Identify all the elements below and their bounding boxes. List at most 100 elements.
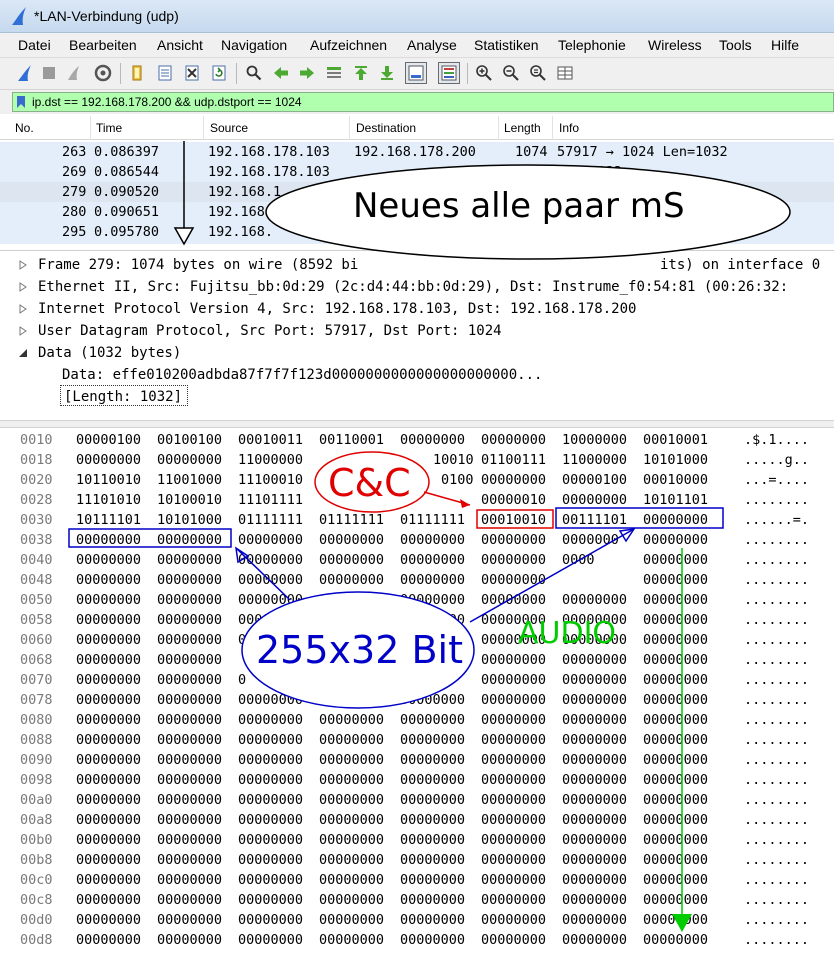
hex-row[interactable]: 0080 00000000 00000000 00000000 00000000 0000… (0, 710, 834, 730)
packet-row[interactable]: 263 0.086397 192.168.178.103 192.168.178.20… (0, 142, 834, 164)
hex-byte[interactable]: 00000000 (481, 652, 546, 668)
capture-options-button[interactable] (92, 62, 114, 84)
hex-byte[interactable]: 00000000 (400, 572, 465, 588)
find-packet-button[interactable] (243, 62, 265, 84)
menu-hilfe[interactable]: Hilfe (771, 37, 799, 53)
hex-byte[interactable]: 00000000 (157, 752, 222, 768)
data-value-row[interactable]: Data: effe010200adbda87f7f7f123d00000000… (0, 365, 834, 387)
hex-byte[interactable]: 00000000 (481, 752, 546, 768)
hex-row[interactable]: 00d8 00000000 00000000 00000000 00000000 0000… (0, 930, 834, 950)
hex-byte[interactable]: 00000000 (643, 792, 708, 808)
hex-byte[interactable]: 00000000 (562, 872, 627, 888)
column-separator[interactable] (498, 116, 499, 140)
hex-byte[interactable]: 00000000 (481, 912, 546, 928)
hex-byte[interactable]: 00000000 (319, 772, 384, 788)
go-back-button[interactable] (270, 62, 292, 84)
hex-ascii[interactable]: ........ (744, 792, 809, 808)
hex-byte[interactable]: 00000000 (562, 592, 627, 608)
go-to-packet-button[interactable] (323, 62, 345, 84)
hex-byte[interactable]: 00111101 (562, 512, 627, 528)
hex-byte[interactable]: 00100100 (157, 432, 222, 448)
go-forward-button[interactable] (296, 62, 318, 84)
menu-tools[interactable]: Tools (719, 37, 752, 53)
hex-byte[interactable]: 00000000 (157, 872, 222, 888)
normal-size-button[interactable] (527, 62, 549, 84)
hex-byte[interactable]: 00000000 (481, 872, 546, 888)
hex-byte[interactable]: 00000000 (157, 832, 222, 848)
menu-navigation[interactable]: Navigation (221, 37, 287, 53)
hex-byte[interactable]: 00000000 (238, 732, 303, 748)
hex-byte[interactable]: 00000000 (400, 552, 465, 568)
hex-ascii[interactable]: .....g.. (744, 452, 809, 468)
hex-byte[interactable]: 00000000 (157, 592, 222, 608)
hex-byte[interactable]: 00000000 (481, 712, 546, 728)
hex-byte[interactable]: 10101000 (157, 512, 222, 528)
close-file-button[interactable] (181, 62, 203, 84)
hex-byte[interactable]: 01111111 (319, 512, 384, 528)
hex-byte[interactable]: 00000000 (562, 812, 627, 828)
hex-byte[interactable]: 00010000 (643, 472, 708, 488)
detail-tree-row[interactable]: Data (1032 bytes) (0, 343, 834, 365)
hex-byte[interactable]: 00000000 (481, 692, 546, 708)
hex-byte[interactable]: 00000000 (481, 812, 546, 828)
hex-byte[interactable]: 00000000 (319, 832, 384, 848)
tree-expand-icon[interactable] (18, 260, 28, 270)
hex-byte[interactable]: 00000000 (238, 572, 303, 588)
hex-row[interactable]: 00c8 00000000 00000000 00000000 00000000 0000… (0, 890, 834, 910)
hex-byte[interactable]: 00000000 (319, 732, 384, 748)
hex-byte[interactable]: 00000000 (481, 612, 546, 628)
hex-byte[interactable]: 00000000 (319, 572, 384, 588)
hex-byte[interactable]: 00000000 (157, 612, 222, 628)
hex-byte[interactable]: 00000000 (400, 912, 465, 928)
hex-byte[interactable]: 00000000 (157, 812, 222, 828)
hex-ascii[interactable]: ........ (744, 632, 809, 648)
hex-byte[interactable]: 00000000 (643, 612, 708, 628)
hex-byte[interactable]: 00000000 (238, 912, 303, 928)
hex-byte[interactable]: 00000000 (643, 712, 708, 728)
zoom-in-button[interactable] (473, 62, 495, 84)
hex-byte[interactable]: 00000000 (76, 712, 141, 728)
hex-byte[interactable]: 10101101 (643, 492, 708, 508)
hex-byte[interactable]: 0000 (562, 552, 595, 568)
hex-byte[interactable]: 00000000 (643, 552, 708, 568)
detail-tree-row[interactable]: User Datagram Protocol, Src Port: 57917,… (0, 321, 834, 343)
hex-byte[interactable]: 00000000 (400, 892, 465, 908)
menu-ansicht[interactable]: Ansicht (157, 37, 203, 53)
column-separator[interactable] (203, 116, 204, 140)
hex-byte[interactable]: 00000000 (76, 832, 141, 848)
hex-byte[interactable]: 11001000 (157, 472, 222, 488)
hex-byte[interactable]: 00000000 (643, 772, 708, 788)
hex-byte[interactable]: 00000000 (481, 832, 546, 848)
hex-byte[interactable]: 00000000 (76, 872, 141, 888)
column-header-source[interactable]: Source (210, 121, 248, 135)
hex-ascii[interactable]: ........ (744, 852, 809, 868)
hex-byte[interactable]: 00000000 (157, 652, 222, 668)
menu-telephonie[interactable]: Telephonie (558, 37, 626, 53)
hex-row[interactable]: 00b0 00000000 00000000 00000000 00000000 0000… (0, 830, 834, 850)
hex-byte[interactable]: 00000000 (76, 732, 141, 748)
hex-byte[interactable]: 00000000 (319, 552, 384, 568)
column-header-info[interactable]: Info (559, 121, 579, 135)
hex-byte[interactable]: 00000000 (157, 852, 222, 868)
hex-byte[interactable]: 00000000 (319, 592, 384, 608)
hex-byte[interactable]: 00000000 (238, 612, 303, 628)
menu-wireless[interactable]: Wireless (648, 37, 702, 53)
packet-row[interactable]: 280 0.090651 192.168 (0, 202, 834, 224)
hex-byte[interactable]: 00000000 (157, 732, 222, 748)
hex-ascii[interactable]: ...=.... (744, 472, 809, 488)
hex-byte[interactable]: 00000000 (319, 932, 384, 948)
hex-byte[interactable]: 10100010 (157, 492, 222, 508)
hex-ascii[interactable]: ........ (744, 752, 809, 768)
hex-row[interactable]: 00a8 00000000 00000000 00000000 00000000 0000… (0, 810, 834, 830)
hex-byte[interactable]: 10110010 (76, 472, 141, 488)
hex-byte[interactable]: 00000000 (319, 692, 384, 708)
hex-byte[interactable]: 00000000 (76, 592, 141, 608)
hex-byte[interactable]: 00000000 (400, 852, 465, 868)
hex-ascii[interactable]: ........ (744, 612, 809, 628)
hex-byte[interactable]: 0 (238, 672, 246, 688)
hex-ascii[interactable]: ........ (744, 652, 809, 668)
zoom-out-button[interactable] (500, 62, 522, 84)
hex-row[interactable]: 0030 10111101 10101000 01111111 01111111 0111… (0, 510, 834, 530)
hex-byte[interactable]: 00000100 (76, 432, 141, 448)
hex-byte[interactable]: 00000000 (643, 932, 708, 948)
